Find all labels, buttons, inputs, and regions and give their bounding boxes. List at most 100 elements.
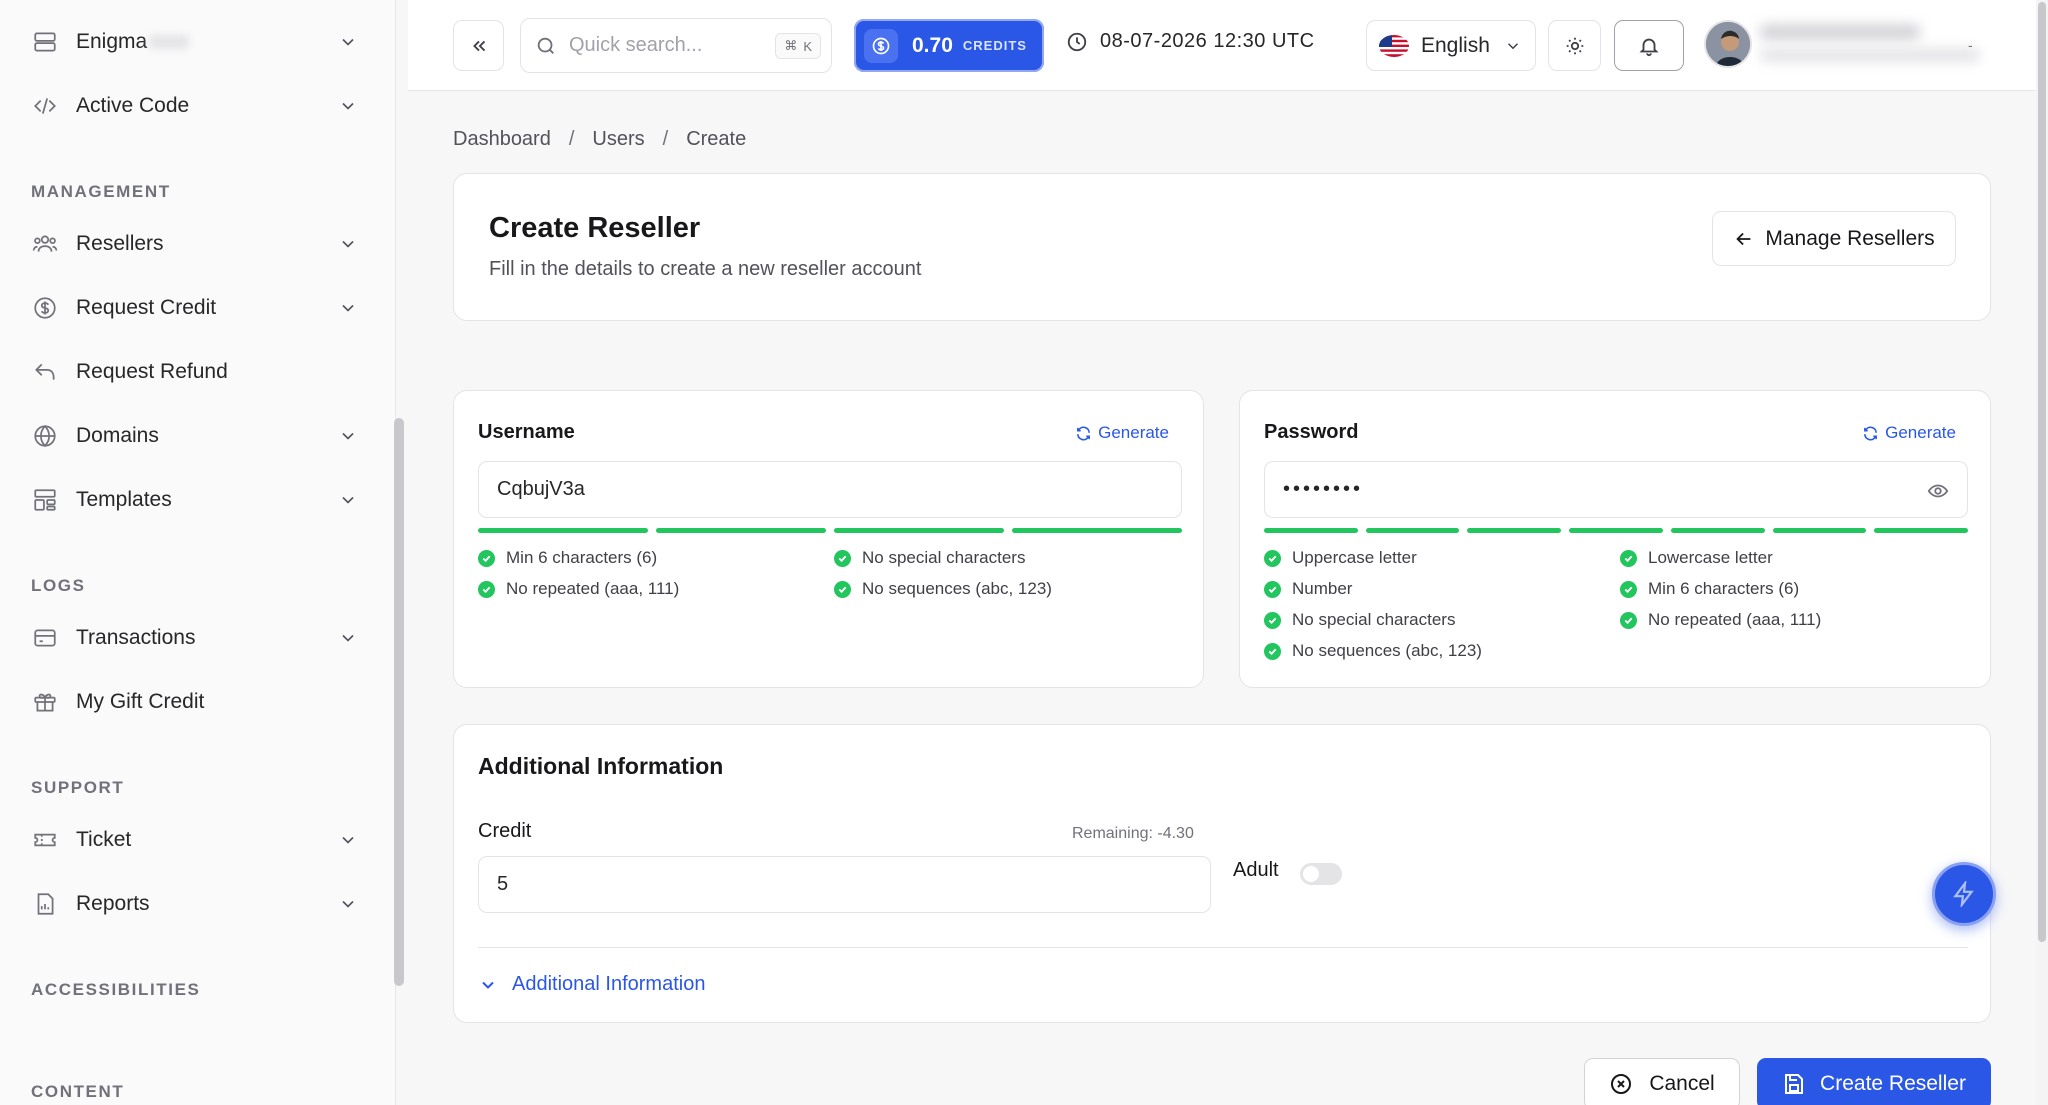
- username-label: Username: [478, 421, 575, 443]
- chevron-down-icon[interactable]: [338, 96, 358, 116]
- sidebar-item-label: Templates: [76, 488, 172, 511]
- sidebar-item-label: Transactions: [76, 626, 196, 649]
- adult-toggle[interactable]: [1300, 863, 1342, 885]
- chevron-down-icon[interactable]: [338, 490, 358, 510]
- sidebar-item-request-credit[interactable]: Request Credit: [30, 286, 366, 330]
- chevron-down-icon[interactable]: [338, 426, 358, 446]
- chevron-down-icon[interactable]: [338, 298, 358, 318]
- chevron-down-icon[interactable]: [338, 830, 358, 850]
- username-generate-button[interactable]: Generate: [1075, 423, 1169, 443]
- rule-text: No special characters: [1292, 610, 1456, 629]
- sidebar-item-label: My Gift Credit: [76, 690, 205, 713]
- sidebar-item-label: Ticket: [76, 828, 132, 851]
- collapse-label: Additional Information: [512, 973, 706, 995]
- rule-text: Uppercase letter: [1292, 548, 1417, 567]
- datetime-text: 08-07-2026 12:30 UTC: [1100, 30, 1315, 52]
- sidebar-item-resellers[interactable]: Resellers: [30, 222, 366, 266]
- chevron-down-icon: [482, 981, 494, 989]
- password-rule: Number: [1264, 579, 1352, 599]
- adult-label: Adult: [1233, 859, 1279, 881]
- theme-toggle-button[interactable]: [1548, 20, 1601, 71]
- language-selector[interactable]: English: [1366, 20, 1536, 71]
- check-circle-icon: [1620, 611, 1637, 629]
- code-icon: [30, 91, 60, 121]
- username-rule: Min 6 characters (6): [478, 548, 657, 568]
- sidebar: Enigma Active Code MANAGEMENT Resellers …: [0, 0, 396, 1105]
- chevron-down-icon: [1507, 42, 1518, 49]
- breadcrumb-dashboard[interactable]: Dashboard: [453, 128, 551, 151]
- sidebar-item-domains[interactable]: Domains: [30, 414, 366, 458]
- username-input[interactable]: CqbujV3a: [478, 461, 1182, 518]
- additional-info-card: Additional Information Credit Remaining:…: [453, 724, 1991, 1023]
- lightning-icon: [1953, 881, 1974, 907]
- password-strength-meter: [1264, 528, 1969, 533]
- chevron-down-icon[interactable]: [338, 234, 358, 254]
- avatar[interactable]: [1704, 20, 1752, 68]
- strength-bar: [656, 528, 826, 533]
- notifications-button[interactable]: [1614, 20, 1684, 71]
- credits-amount: 0.70: [912, 33, 953, 57]
- password-rule: Lowercase letter: [1620, 548, 1773, 568]
- bell-icon: [1639, 38, 1659, 56]
- sidebar-item-request-refund[interactable]: Request Refund: [30, 350, 366, 394]
- check-circle-icon: [1264, 549, 1281, 567]
- ticket-icon: [30, 825, 60, 855]
- check-circle-icon: [1264, 642, 1281, 660]
- breadcrumb-create: Create: [686, 128, 747, 150]
- rule-text: No repeated (aaa, 111): [1648, 610, 1822, 629]
- strength-bar: [1569, 528, 1663, 533]
- sidebar-item-label: Domains: [76, 424, 159, 447]
- check-circle-icon: [1620, 580, 1637, 598]
- chevron-down-icon[interactable]: [338, 32, 358, 52]
- check-circle-icon: [478, 549, 495, 567]
- page-subtitle: Fill in the details to create a new rese…: [489, 258, 922, 280]
- password-label: Password: [1264, 421, 1359, 443]
- chevron-down-icon[interactable]: [338, 628, 358, 648]
- create-reseller-button[interactable]: Create Reseller: [1757, 1058, 1991, 1105]
- sidebar-item-transactions[interactable]: Transactions: [30, 616, 366, 660]
- cancel-button[interactable]: Cancel: [1584, 1058, 1740, 1105]
- sidebar-item-active-code[interactable]: Active Code: [30, 84, 366, 128]
- rule-text: Lowercase letter: [1648, 548, 1773, 567]
- user-menu-chevron[interactable]: -: [1968, 38, 1982, 52]
- credits-badge[interactable]: 0.70 CREDITS: [854, 19, 1044, 72]
- shortcut-key: K: [803, 38, 812, 54]
- scrollbar-thumb[interactable]: [2038, 2, 2046, 942]
- search-shortcut: ⌘ K: [775, 33, 821, 59]
- sidebar-item-templates[interactable]: Templates: [30, 478, 366, 522]
- collapse-sidebar-button[interactable]: [453, 20, 504, 71]
- check-circle-icon: [1264, 611, 1281, 629]
- breadcrumb-separator: /: [662, 128, 669, 150]
- password-rule: No repeated (aaa, 111): [1620, 610, 1821, 630]
- command-key-icon: ⌘: [784, 38, 798, 53]
- sidebar-scrollbar[interactable]: [394, 418, 404, 986]
- chevron-down-icon[interactable]: [338, 894, 358, 914]
- additional-info-title: Additional Information: [478, 753, 724, 779]
- datetime-display: 08-07-2026 12:30 UTC: [1066, 30, 1315, 53]
- quick-action-button[interactable]: [1932, 862, 1996, 926]
- sidebar-item-ticket[interactable]: Ticket: [30, 818, 366, 862]
- generate-label: Generate: [1885, 423, 1956, 442]
- username-rule: No sequences (abc, 123): [834, 579, 1052, 599]
- rule-text: Min 6 characters (6): [1648, 579, 1800, 598]
- page-header-card: Create Reseller Fill in the details to c…: [453, 173, 1991, 321]
- credit-input[interactable]: 5: [478, 856, 1211, 913]
- eye-icon[interactable]: [1927, 480, 1949, 502]
- strength-bar: [478, 528, 648, 533]
- sidebar-item-reports[interactable]: Reports: [30, 882, 366, 926]
- close-circle-icon: [1611, 1074, 1632, 1094]
- us-flag-icon: [1379, 34, 1409, 57]
- password-input[interactable]: ••••••••: [1264, 461, 1968, 518]
- generate-label: Generate: [1098, 423, 1169, 442]
- sidebar-item-enigma[interactable]: Enigma: [30, 20, 366, 64]
- password-generate-button[interactable]: Generate: [1862, 423, 1956, 443]
- sidebar-item-my-gift-credit[interactable]: My Gift Credit: [30, 680, 366, 724]
- additional-info-collapse[interactable]: Additional Information: [478, 973, 705, 996]
- manage-resellers-button[interactable]: Manage Resellers: [1712, 211, 1956, 266]
- check-circle-icon: [478, 580, 495, 598]
- breadcrumb-users[interactable]: Users: [592, 128, 644, 151]
- quick-search-input[interactable]: Quick search... ⌘ K: [520, 18, 832, 73]
- main-scrollbar[interactable]: [2036, 0, 2048, 1105]
- strength-bar: [1670, 528, 1765, 533]
- section-content: CONTENT: [31, 1082, 125, 1101]
